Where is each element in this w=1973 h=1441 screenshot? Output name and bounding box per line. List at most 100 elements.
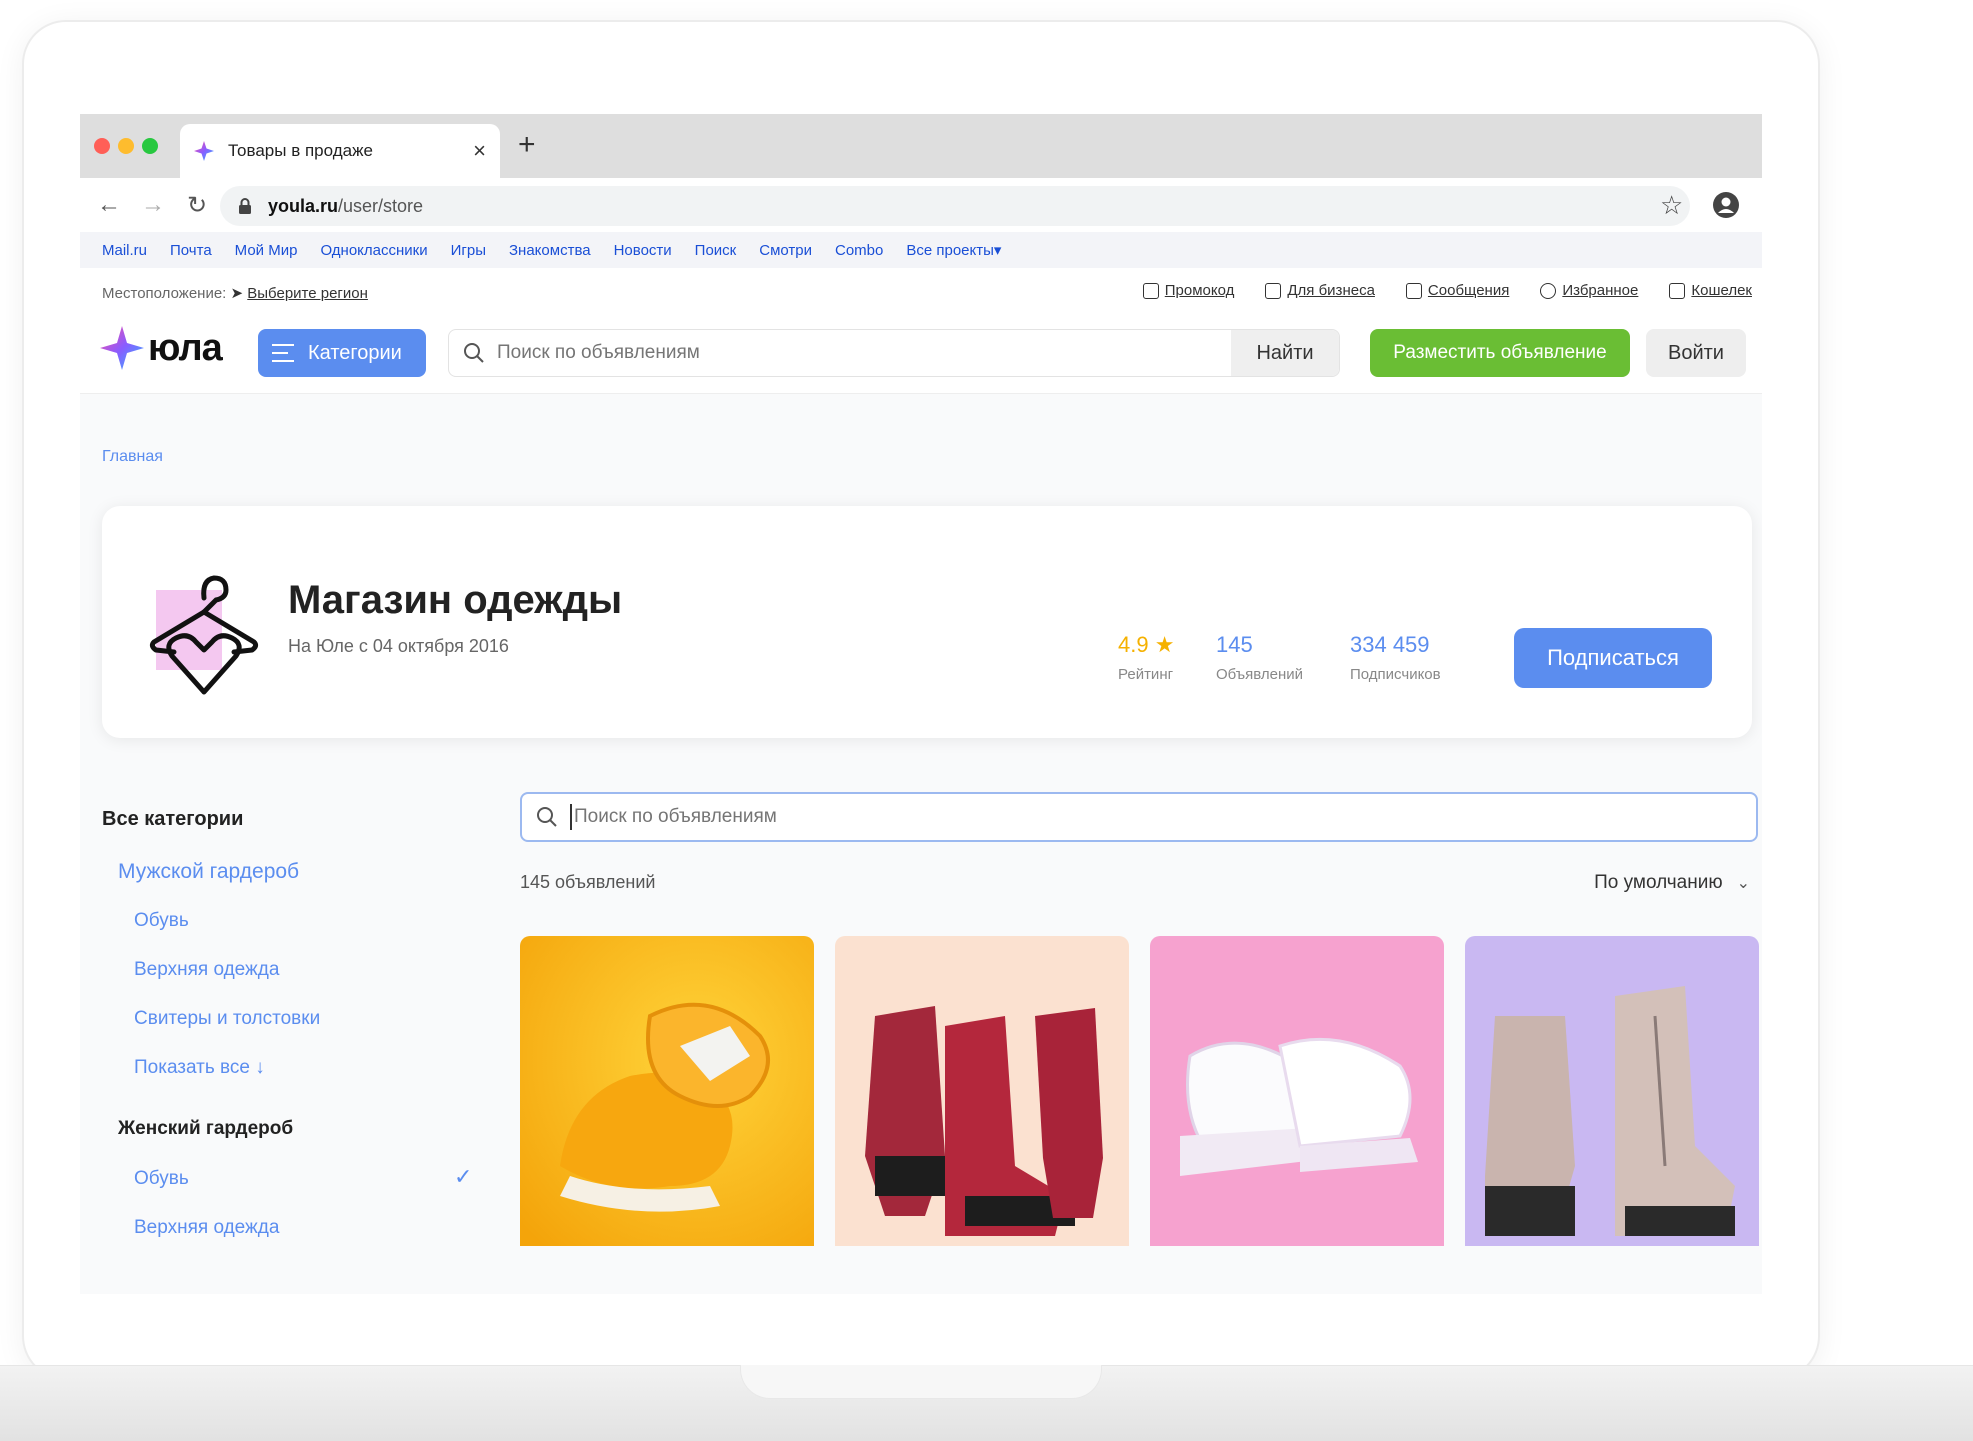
chevron-down-icon: ⌄ <box>1736 875 1750 892</box>
portal-link-games[interactable]: Игры <box>451 242 486 259</box>
store-name: Магазин одежды <box>288 578 623 622</box>
product-card-white-sneakers[interactable] <box>1150 936 1444 1246</box>
listings-value: 145 <box>1216 632 1253 657</box>
subscribers-stat[interactable]: 334 459 Подписчиков <box>1350 632 1441 683</box>
search-icon <box>464 343 484 363</box>
sidebar-item-men-sweaters[interactable]: Свитеры и толстовки <box>134 1008 320 1030</box>
hanger-heart-icon <box>149 575 259 695</box>
bookmark-star-icon[interactable]: ☆ <box>1660 190 1683 221</box>
menu-icon <box>272 344 294 362</box>
post-ad-button[interactable]: Разместить объявление <box>1370 329 1630 377</box>
rating-value: 4.9 ★ <box>1118 632 1175 657</box>
product-card-yellow-sneakers[interactable] <box>520 936 814 1246</box>
portal-link-all-projects[interactable]: Все проекты▾ <box>906 241 1001 259</box>
sidebar-item-show-all[interactable]: Показать все ↓ <box>134 1057 265 1079</box>
find-button[interactable]: Найти <box>1231 330 1339 376</box>
utility-bar: Местоположение: ➤ Выберите регион Промок… <box>80 268 1762 318</box>
heart-icon <box>1540 282 1557 299</box>
subscribers-label: Подписчиков <box>1350 666 1441 683</box>
portal-link-mymir[interactable]: Мой Мир <box>235 242 298 259</box>
site-header: юла Категории Найти Разместить объявлени… <box>80 318 1762 394</box>
portal-link-dating[interactable]: Знакомства <box>509 242 591 259</box>
minimize-window-button[interactable] <box>118 138 134 154</box>
screenshot-stage: Товары в продаже × + ← → ↻ youla.ru/user… <box>0 0 1973 1441</box>
listings-stat[interactable]: 145 Объявлений <box>1216 632 1303 683</box>
all-categories-heading[interactable]: Все категории <box>102 808 482 831</box>
address-bar: ← → ↻ youla.ru/user/store ☆ <box>80 178 1762 232</box>
portal-link-news[interactable]: Новости <box>614 242 672 259</box>
search-icon <box>537 807 557 827</box>
tab-title: Товары в продаже <box>228 141 373 160</box>
sidebar-item-women[interactable]: Женский гардероб <box>118 1118 293 1140</box>
portal-link-mail[interactable]: Почта <box>170 242 212 259</box>
business-label: Для бизнеса <box>1287 282 1375 299</box>
sidebar-item-women-outerwear[interactable]: Верхняя одежда <box>134 1217 279 1239</box>
text-caret <box>570 804 572 830</box>
forward-arrow-icon[interactable]: → <box>138 191 168 219</box>
youla-logo[interactable]: юла <box>100 326 223 370</box>
sidebar-item-men-outerwear[interactable]: Верхняя одежда <box>134 959 279 981</box>
browser-tab[interactable]: Товары в продаже × <box>180 124 500 178</box>
reload-icon[interactable]: ↻ <box>182 191 212 220</box>
location-arrow-icon: ➤ <box>230 285 244 302</box>
url-field[interactable]: youla.ru/user/store <box>220 186 1690 226</box>
tab-close-icon[interactable]: × <box>473 138 486 164</box>
check-icon: ✓ <box>454 1164 473 1189</box>
briefcase-icon <box>1265 282 1282 299</box>
portal-link-mailru[interactable]: Mail.ru <box>102 242 147 259</box>
categories-button[interactable]: Категории <box>258 329 426 377</box>
message-icon <box>1405 282 1422 299</box>
profile-icon[interactable] <box>1712 191 1740 219</box>
promo-link[interactable]: Промокод <box>1142 282 1235 299</box>
logo-text: юла <box>148 326 223 369</box>
rating-label: Рейтинг <box>1118 666 1174 683</box>
messages-link[interactable]: Сообщения <box>1405 282 1509 299</box>
portal-link-search[interactable]: Поиск <box>695 242 737 259</box>
portal-link-watch[interactable]: Смотри <box>759 242 812 259</box>
sidebar-item-men[interactable]: Мужской гардероб <box>118 860 299 884</box>
category-sidebar: Все категории Мужской гардероб Обувь Вер… <box>102 808 482 1238</box>
store-since: На Юле с 04 октября 2016 <box>288 636 509 656</box>
maximize-window-button[interactable] <box>142 138 158 154</box>
close-window-button[interactable] <box>94 138 110 154</box>
white-sneakers-image <box>1150 936 1444 1246</box>
product-card-red-boots[interactable] <box>835 936 1129 1246</box>
favorites-link[interactable]: Избранное <box>1540 282 1638 299</box>
listings-label: Объявлений <box>1216 666 1304 683</box>
yellow-sneakers-image <box>520 936 814 1246</box>
choose-region-link[interactable]: Выберите регион <box>247 285 368 302</box>
rating-stat: 4.9 ★ Рейтинг <box>1118 632 1174 683</box>
logo-star-icon <box>100 326 144 370</box>
header-search-input[interactable] <box>497 342 1339 364</box>
store-card: Магазин одежды На Юле с 04 октября 2016 … <box>102 506 1752 738</box>
portal-link-ok[interactable]: Одноклассники <box>320 242 427 259</box>
login-button[interactable]: Войти <box>1646 329 1746 377</box>
sort-label: По умолчанию <box>1594 872 1723 893</box>
portal-nav: Mail.ru Почта Мой Мир Одноклассники Игры… <box>80 232 1762 268</box>
wallet-link[interactable]: Кошелек <box>1669 282 1752 299</box>
location-label: Местоположение: <box>102 285 227 302</box>
listing-search-input[interactable] <box>574 806 1756 828</box>
back-arrow-icon[interactable]: ← <box>94 191 124 219</box>
portal-link-combo[interactable]: Combo <box>835 242 883 259</box>
subscribe-button[interactable]: Подписаться <box>1514 628 1712 688</box>
categories-label: Категории <box>308 341 402 364</box>
business-link[interactable]: Для бизнеса <box>1265 282 1375 299</box>
tab-bar: Товары в продаже × + <box>80 114 1762 178</box>
header-search: Найти <box>448 329 1340 377</box>
sidebar-item-men-shoes[interactable]: Обувь <box>134 910 189 932</box>
new-tab-button[interactable]: + <box>518 130 536 160</box>
wallet-label: Кошелек <box>1691 282 1752 299</box>
promo-label: Промокод <box>1164 282 1235 299</box>
sidebar-item-women-shoes[interactable]: Обувь <box>134 1168 189 1190</box>
listing-count: 145 объявлений <box>520 872 656 892</box>
page-content: Местоположение: ➤ Выберите регион Промок… <box>80 268 1762 1294</box>
sort-dropdown[interactable]: По умолчанию ⌄ <box>1594 872 1750 894</box>
youla-favicon-icon <box>194 141 214 161</box>
breadcrumb[interactable]: Главная <box>102 448 163 466</box>
listing-search <box>520 792 1758 842</box>
product-card-silver-boots[interactable] <box>1465 936 1759 1246</box>
utility-links: Промокод Для бизнеса Сообщения Избранное… <box>1112 282 1752 299</box>
favorites-label: Избранное <box>1562 282 1639 299</box>
laptop-notch <box>740 1365 1102 1399</box>
